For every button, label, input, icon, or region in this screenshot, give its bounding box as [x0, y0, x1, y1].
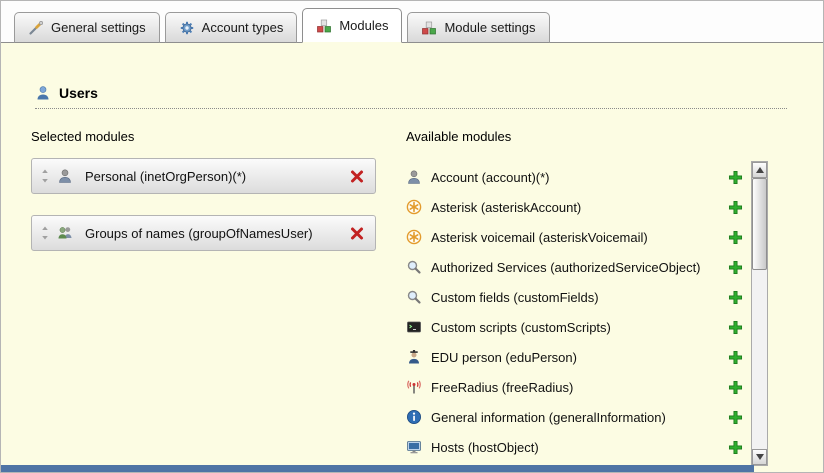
tools-icon — [28, 20, 44, 36]
module-label: Groups of names (groupOfNamesUser) — [81, 226, 341, 241]
available-module-hosts: Hosts (hostObject) — [406, 432, 743, 462]
add-icon[interactable] — [727, 289, 743, 305]
selected-modules-list: Personal (inetOrgPerson)(*) Groups of na… — [31, 158, 406, 251]
drag-handle-icon[interactable] — [40, 225, 49, 241]
info-icon — [406, 409, 422, 425]
module-label: FreeRadius (freeRadius) — [431, 380, 718, 395]
module-label: Authorized Services (authorizedServiceOb… — [431, 260, 718, 275]
delete-icon[interactable] — [349, 225, 365, 241]
person-icon — [57, 168, 73, 184]
available-module-asterisk-voicemail: Asterisk voicemail (asteriskVoicemail) — [406, 222, 743, 252]
gear-icon — [179, 20, 195, 36]
add-icon[interactable] — [727, 319, 743, 335]
available-module-general-information: General information (generalInformation) — [406, 402, 743, 432]
scrollbar-up-button[interactable] — [752, 162, 767, 178]
add-icon[interactable] — [727, 169, 743, 185]
available-module-account: Account (account)(*) — [406, 162, 743, 192]
available-module-authorized-services: Authorized Services (authorizedServiceOb… — [406, 252, 743, 282]
separator — [35, 108, 787, 109]
available-modules-heading: Available modules — [406, 129, 743, 144]
available-module-custom-fields: Custom fields (customFields) — [406, 282, 743, 312]
modules-icon — [316, 18, 332, 34]
module-label: Custom scripts (customScripts) — [431, 320, 718, 335]
add-icon[interactable] — [727, 199, 743, 215]
host-icon — [406, 439, 422, 455]
tab-modules[interactable]: Modules — [302, 8, 402, 43]
tab-general-settings[interactable]: General settings — [14, 12, 160, 43]
selected-modules-column: Selected modules Personal (inetOrgPerson… — [31, 129, 406, 462]
lam-configuration-window: General settings Account types Modules M… — [0, 0, 824, 473]
available-modules-list: Account (account)(*) Asterisk (asteriskA… — [406, 162, 743, 462]
add-icon[interactable] — [727, 349, 743, 365]
module-label: Personal (inetOrgPerson)(*) — [81, 169, 341, 184]
magnifier-icon — [406, 259, 422, 275]
script-icon — [406, 319, 422, 335]
delete-icon[interactable] — [349, 168, 365, 184]
module-label: General information (generalInformation) — [431, 410, 718, 425]
module-label: Custom fields (customFields) — [431, 290, 718, 305]
chevron-down-icon — [756, 454, 764, 460]
add-icon[interactable] — [727, 259, 743, 275]
selected-modules-heading: Selected modules — [31, 129, 406, 144]
tab-label: General settings — [51, 20, 146, 35]
group-icon — [57, 225, 73, 241]
available-module-asterisk: Asterisk (asteriskAccount) — [406, 192, 743, 222]
section-title: Users — [59, 85, 98, 101]
module-label: Hosts (hostObject) — [431, 440, 718, 455]
modules-columns: Selected modules Personal (inetOrgPerson… — [31, 129, 823, 462]
selected-module-personal[interactable]: Personal (inetOrgPerson)(*) — [31, 158, 376, 194]
scrollbar[interactable] — [751, 161, 768, 466]
edu-icon — [406, 349, 422, 365]
magnifier-icon — [406, 289, 422, 305]
drag-handle-icon[interactable] — [40, 168, 49, 184]
module-label: Asterisk (asteriskAccount) — [431, 200, 718, 215]
tab-label: Account types — [202, 20, 284, 35]
radius-icon — [406, 379, 422, 395]
section-heading: Users — [35, 85, 823, 101]
available-module-edu-person: EDU person (eduPerson) — [406, 342, 743, 372]
footer-bar — [1, 465, 754, 472]
chevron-up-icon — [756, 167, 764, 173]
modules-icon — [421, 20, 437, 36]
module-label: Asterisk voicemail (asteriskVoicemail) — [431, 230, 718, 245]
add-icon[interactable] — [727, 439, 743, 455]
tab-module-settings[interactable]: Module settings — [407, 12, 549, 43]
users-icon — [35, 85, 51, 101]
tab-account-types[interactable]: Account types — [165, 12, 298, 43]
module-label: EDU person (eduPerson) — [431, 350, 718, 365]
tab-label: Module settings — [444, 20, 535, 35]
available-module-freeradius: FreeRadius (freeRadius) — [406, 372, 743, 402]
add-icon[interactable] — [727, 379, 743, 395]
asterisk-icon — [406, 199, 422, 215]
scrollbar-down-button[interactable] — [752, 449, 767, 465]
available-module-custom-scripts: Custom scripts (customScripts) — [406, 312, 743, 342]
selected-module-groups-of-names[interactable]: Groups of names (groupOfNamesUser) — [31, 215, 376, 251]
tab-bar: General settings Account types Modules M… — [1, 1, 823, 43]
person-icon — [406, 169, 422, 185]
scrollbar-thumb[interactable] — [752, 178, 767, 270]
asterisk-icon — [406, 229, 422, 245]
add-icon[interactable] — [727, 409, 743, 425]
content-area: Users Selected modules Personal (inetOrg… — [1, 43, 823, 472]
add-icon[interactable] — [727, 229, 743, 245]
module-label: Account (account)(*) — [431, 170, 718, 185]
tab-label: Modules — [339, 18, 388, 33]
